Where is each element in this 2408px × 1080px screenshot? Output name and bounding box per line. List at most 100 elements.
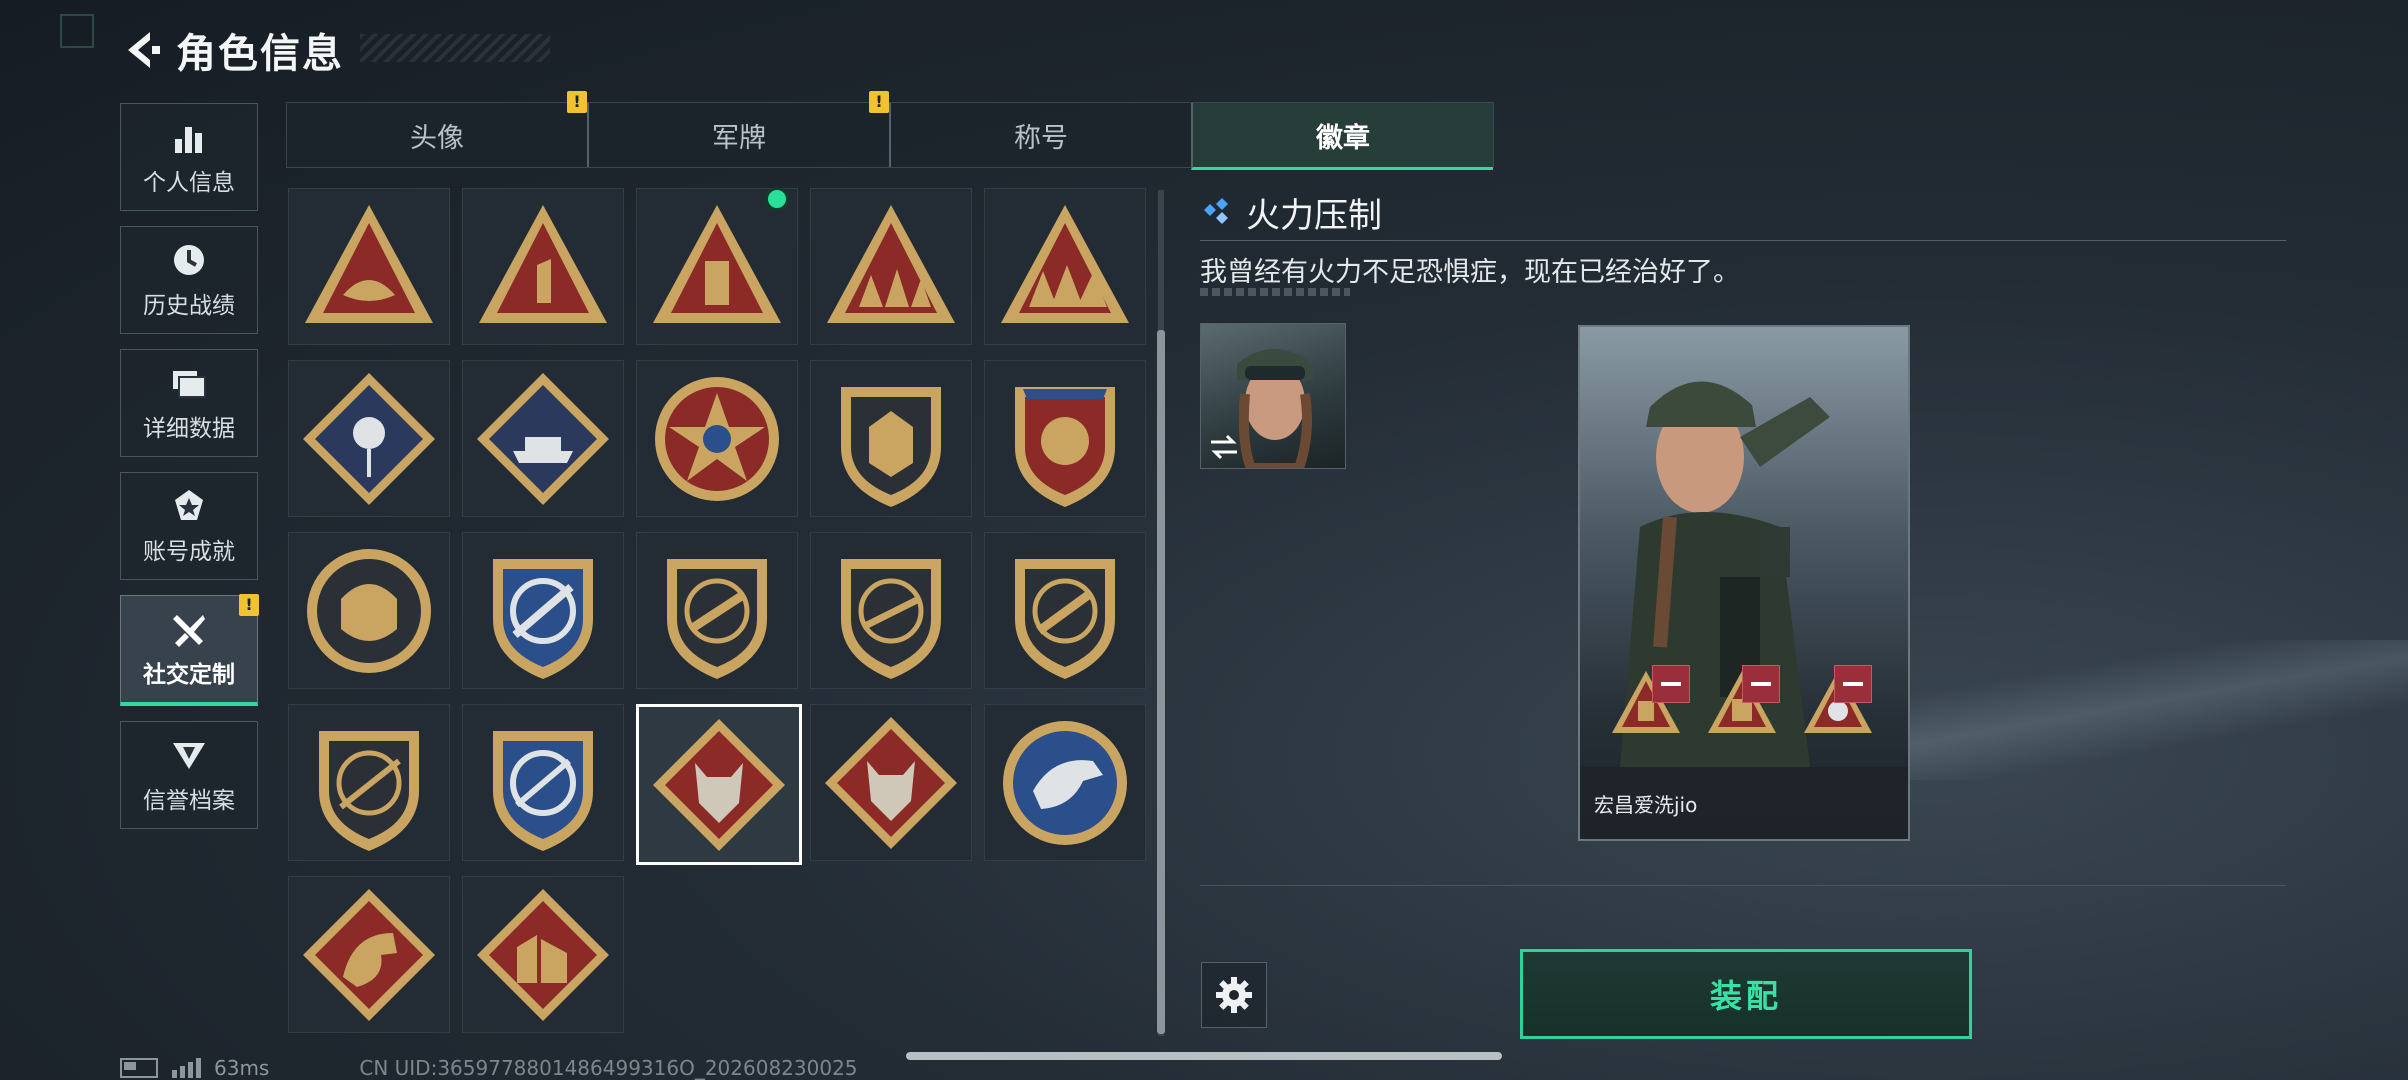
round-skull-badge-icon — [307, 549, 431, 673]
badge-cell[interactable] — [462, 532, 625, 689]
title-decor — [360, 34, 550, 62]
triangle-squad-badge-icon — [827, 205, 956, 323]
badge-cell[interactable] — [984, 188, 1147, 345]
diamond-cluster-icon — [1204, 197, 1228, 224]
badge-cell[interactable] — [636, 704, 803, 865]
sidebar-item-credit-record[interactable]: 信誉档案 — [120, 721, 258, 829]
badge-title-row: 火力压制 — [1200, 188, 1382, 237]
player-name: 宏昌爱洗jio — [1594, 793, 1698, 817]
tab-avatar[interactable]: 头像 ! — [287, 91, 587, 167]
tools-icon — [173, 615, 205, 647]
alert-badge: ! — [567, 91, 587, 113]
settings-button[interactable] — [1201, 962, 1267, 1028]
gear-icon — [1216, 977, 1252, 1013]
tab-title[interactable]: 称号 — [889, 103, 1191, 167]
badge-cell[interactable] — [810, 360, 973, 517]
wolf-diamond-badge-icon — [653, 719, 786, 851]
divider — [1200, 240, 2286, 241]
signal-icon — [172, 1058, 204, 1078]
tab-label: 称号 — [1014, 122, 1068, 154]
badge-cell[interactable] — [810, 532, 973, 689]
shield-rifle-badge-icon — [667, 559, 768, 679]
history-icon — [174, 245, 204, 275]
shield-sniper-badge-icon — [319, 731, 419, 851]
badge-cell[interactable] — [462, 188, 625, 345]
badge-cell[interactable] — [984, 532, 1147, 689]
bar-chart-icon — [175, 127, 202, 153]
sidebar-item-label: 详细数据 — [143, 416, 235, 442]
badge-cell[interactable] — [636, 532, 799, 689]
credit-icon — [173, 743, 205, 769]
blue-crosshair-badge-icon — [493, 559, 594, 679]
building-diamond-badge-icon — [477, 889, 610, 1021]
triangle-wings-badge-icon — [305, 205, 433, 323]
corner-frame — [60, 14, 94, 48]
sidebar: 个人信息 历史战绩 详细数据 账号成就 社交定制 ! 信誉档案 — [120, 103, 259, 844]
tab-badge[interactable]: 徽章 — [1191, 103, 1493, 170]
ping-value: 63ms — [214, 1056, 270, 1080]
sidebar-item-label: 账号成就 — [143, 539, 235, 565]
grid-scrollbar-thumb[interactable] — [1157, 330, 1165, 1034]
triangle-team-badge-icon — [1001, 205, 1130, 323]
sidebar-item-label: 历史战绩 — [143, 293, 235, 319]
shield-ornate-badge-icon — [1015, 387, 1116, 507]
tab-dog-tag[interactable]: 军牌 ! — [587, 91, 889, 167]
remove-badge-button[interactable] — [1742, 665, 1780, 703]
sidebar-item-label: 信誉档案 — [143, 788, 235, 814]
back-arrow-icon[interactable] — [120, 28, 164, 72]
remove-badge-button[interactable] — [1652, 665, 1690, 703]
alert-badge: ! — [869, 91, 889, 113]
tab-label: 军牌 — [712, 122, 766, 154]
sidebar-item-label: 社交定制 — [143, 662, 235, 688]
sidebar-item-social-custom[interactable]: 社交定制 ! — [120, 594, 259, 706]
achievement-icon — [175, 490, 203, 520]
shield-shotgun-badge-icon — [841, 559, 942, 679]
user-uid: CN UID:3659778801486499316O_202608230025 — [359, 1056, 858, 1080]
header: 角色信息 — [120, 20, 344, 80]
avatar[interactable] — [1200, 323, 1346, 469]
sidebar-item-label: 个人信息 — [143, 170, 235, 196]
badge-cell[interactable] — [288, 704, 450, 861]
badge-cell[interactable] — [636, 187, 799, 345]
badge-cell[interactable] — [462, 704, 625, 861]
wolf-diamond-red-badge-icon — [825, 717, 958, 849]
badge-cell[interactable] — [462, 876, 625, 1033]
remove-badge-button[interactable] — [1834, 665, 1872, 703]
eagle-round-badge-icon — [1003, 721, 1128, 845]
sidebar-item-achievements[interactable]: 账号成就 — [120, 472, 258, 580]
shield-winged-badge-icon — [841, 387, 942, 507]
badge-cell[interactable] — [984, 360, 1147, 517]
shield-smg-badge-icon — [1015, 559, 1116, 679]
badge-cell[interactable] — [288, 360, 450, 517]
badge-cell[interactable] — [810, 188, 973, 345]
badge-cell[interactable] — [810, 704, 973, 861]
blue-crosshair-knife-badge-icon — [493, 731, 594, 851]
page-title: 角色信息 — [176, 31, 344, 77]
new-indicator-dot — [765, 187, 790, 211]
badge-cell[interactable] — [288, 188, 450, 345]
badge-description: 我曾经有火力不足恐惧症，现在已经治好了。 — [1200, 257, 1740, 288]
status-bar: 63ms CN UID:3659778801486499316O_2026082… — [120, 1056, 858, 1080]
badge-cell[interactable] — [288, 876, 450, 1033]
sidebar-item-history[interactable]: 历史战绩 — [120, 226, 258, 334]
player-card: 宏昌爱洗jio — [1578, 325, 1910, 841]
badge-cell[interactable] — [636, 360, 799, 517]
triangle-usb-badge-icon — [653, 205, 782, 323]
battery-icon — [120, 1058, 158, 1078]
badge-cell[interactable] — [984, 704, 1147, 861]
sidebar-item-personal-info[interactable]: 个人信息 — [120, 103, 258, 211]
badge-cell[interactable] — [462, 360, 625, 517]
home-indicator[interactable] — [906, 1052, 1502, 1060]
sidebar-item-detailed-data[interactable]: 详细数据 — [120, 349, 258, 457]
swap-icon — [1211, 434, 1237, 460]
diamond-rose-badge-icon — [303, 373, 435, 505]
equip-button[interactable]: 装配 — [1520, 949, 1972, 1039]
tab-bar: 头像 ! 军牌 ! 称号 徽章 — [286, 91, 1494, 170]
badge-cell[interactable] — [288, 532, 450, 689]
divider — [1200, 885, 2286, 886]
badge-name: 火力压制 — [1246, 196, 1382, 236]
tab-label: 头像 — [410, 122, 464, 154]
star-emblem-badge-icon — [655, 377, 780, 501]
description-decor — [1200, 288, 1350, 296]
diamond-tank-badge-icon — [477, 373, 610, 505]
